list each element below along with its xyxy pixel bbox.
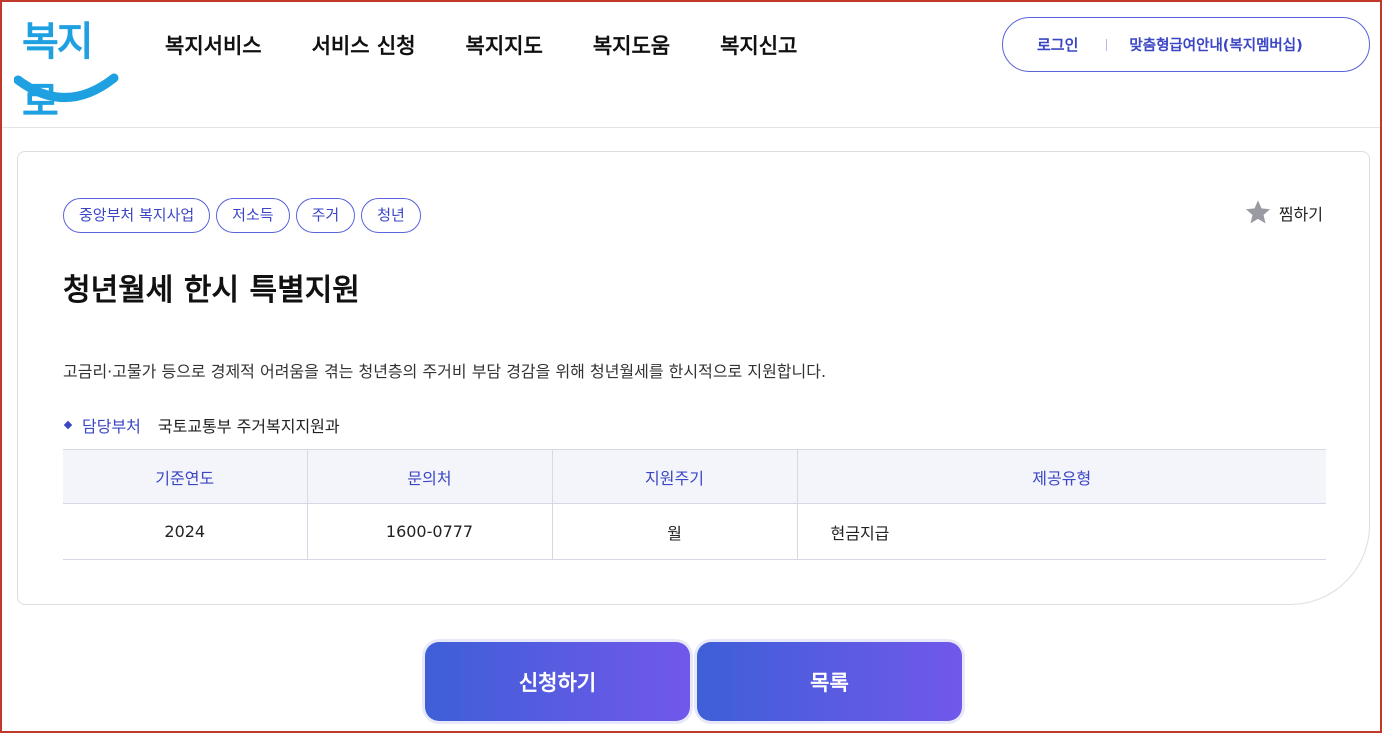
apply-button[interactable]: 신청하기 bbox=[425, 642, 690, 721]
cell-year: 2024 bbox=[63, 503, 308, 560]
logo-smile-icon bbox=[14, 73, 119, 102]
page-title: 청년월세 한시 특별지원 bbox=[63, 273, 360, 308]
main-nav: 복지서비스 서비스 신청 복지지도 복지도움 복지신고 bbox=[165, 28, 847, 64]
utility-divider bbox=[1106, 38, 1108, 51]
nav-item-welfare-map[interactable]: 복지지도 bbox=[466, 28, 543, 64]
cell-cycle: 월 bbox=[552, 503, 798, 560]
column-header-contact: 문의처 bbox=[307, 449, 553, 504]
site-header: 복지로 복지서비스 서비스 신청 복지지도 복지도움 복지신고 로그인 맞춤형급… bbox=[0, 0, 1382, 128]
favorite-button[interactable]: 찜하기 bbox=[1243, 198, 1323, 227]
nav-item-welfare-report[interactable]: 복지신고 bbox=[720, 28, 797, 64]
department-label: 담당부처 bbox=[82, 417, 141, 436]
nav-item-welfare-help[interactable]: 복지도움 bbox=[593, 28, 670, 64]
column-header-type: 제공유형 bbox=[797, 449, 1326, 504]
tag-central-ministry[interactable]: 중앙부처 복지사업 bbox=[63, 198, 211, 233]
login-link[interactable]: 로그인 bbox=[1037, 34, 1078, 55]
nav-item-service-apply[interactable]: 서비스 신청 bbox=[312, 28, 416, 64]
membership-link[interactable]: 맞춤형급여안내(복지멤버십) bbox=[1129, 34, 1302, 55]
tag-youth[interactable]: 청년 bbox=[361, 198, 421, 233]
department-info: 담당부처 국토교통부 주거복지지원과 bbox=[63, 413, 340, 437]
table-row: 2024 1600-0777 월 현금지급 bbox=[63, 503, 1326, 560]
tag-list: 중앙부처 복지사업 저소득 주거 청년 bbox=[63, 198, 427, 233]
column-header-year: 기준연도 bbox=[63, 449, 308, 504]
star-icon bbox=[1245, 200, 1270, 224]
column-header-cycle: 지원주기 bbox=[552, 449, 798, 504]
site-logo[interactable]: 복지로 bbox=[14, 12, 120, 125]
favorite-label: 찜하기 bbox=[1278, 204, 1323, 224]
service-detail-card: 중앙부처 복지사업 저소득 주거 청년 찜하기 청년월세 한시 특별지원 고금리… bbox=[17, 151, 1370, 605]
service-description: 고금리·고물가 등으로 경제적 어려움을 겪는 청년층의 주거비 부담 경감을 … bbox=[63, 362, 827, 381]
tag-housing[interactable]: 주거 bbox=[295, 198, 356, 233]
utility-menu: 로그인 맞춤형급여안내(복지멤버십) bbox=[1002, 17, 1370, 72]
department-value: 국토교통부 주거복지지원과 bbox=[157, 417, 340, 436]
tag-low-income[interactable]: 저소득 bbox=[216, 198, 290, 233]
table-header-row: 기준연도 문의처 지원주기 제공유형 bbox=[63, 449, 1326, 504]
service-info-table: 기준연도 문의처 지원주기 제공유형 2024 1600-0777 월 현금지급 bbox=[63, 449, 1326, 560]
cell-type: 현금지급 bbox=[797, 503, 1326, 560]
list-button[interactable]: 목록 bbox=[697, 642, 962, 721]
cell-contact: 1600-0777 bbox=[307, 503, 553, 560]
diamond-bullet-icon bbox=[63, 420, 73, 430]
nav-item-welfare-service[interactable]: 복지서비스 bbox=[165, 28, 262, 64]
